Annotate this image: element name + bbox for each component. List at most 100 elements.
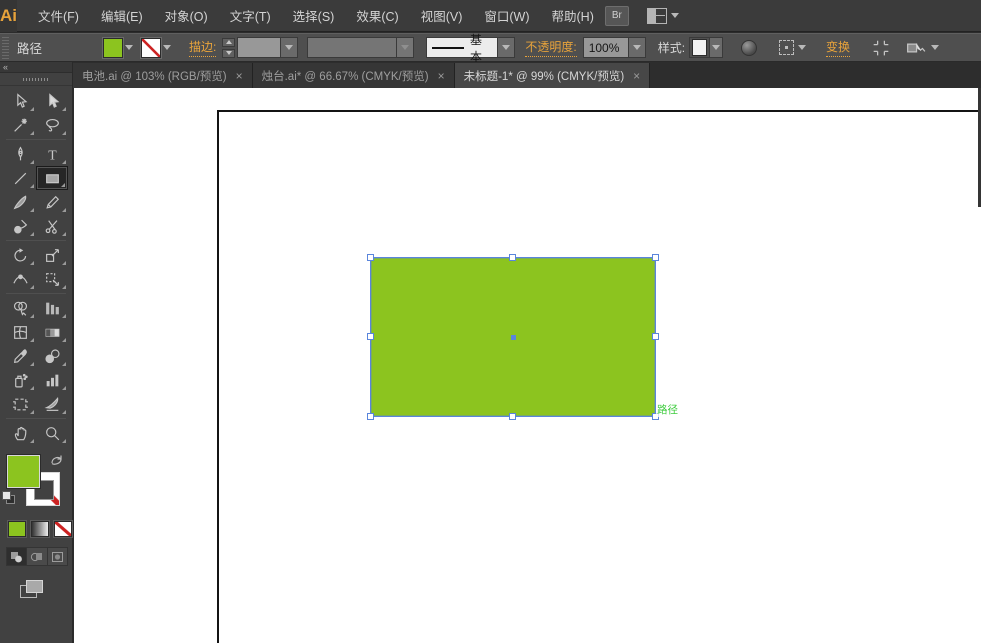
draw-inside-button[interactable] xyxy=(48,548,67,565)
pen-tool[interactable] xyxy=(4,142,36,166)
hand-tool[interactable] xyxy=(4,421,36,445)
color-button[interactable] xyxy=(8,521,26,537)
selection-handle-e[interactable] xyxy=(652,333,659,340)
tab-close-icon[interactable]: × xyxy=(633,69,640,83)
graphic-style-combo[interactable] xyxy=(689,37,723,58)
blend-tool[interactable] xyxy=(36,344,68,368)
graphic-style-dropdown[interactable] xyxy=(709,38,722,57)
pencil-tool[interactable] xyxy=(36,190,68,214)
selection-handle-nw[interactable] xyxy=(367,254,374,261)
stroke-weight-value[interactable] xyxy=(238,38,280,57)
opacity-dropdown[interactable] xyxy=(628,38,645,57)
draw-behind-button[interactable] xyxy=(27,548,47,565)
default-fill-stroke-icon[interactable] xyxy=(2,491,16,505)
selection-handle-n[interactable] xyxy=(509,254,516,261)
document-tab-3[interactable]: 未标题-1* @ 99% (CMYK/预览)× xyxy=(455,63,651,88)
opacity-value[interactable]: 100% xyxy=(584,38,628,57)
paintbrush-tool[interactable] xyxy=(4,190,36,214)
stroke-panel-link[interactable]: 描边: xyxy=(189,38,216,57)
selection-handle-ne[interactable] xyxy=(652,254,659,261)
stroke-color-swatch[interactable] xyxy=(141,38,161,58)
tab-close-icon[interactable]: × xyxy=(438,69,445,83)
menu-item-object[interactable]: 对象(O) xyxy=(154,0,219,31)
menu-item-select[interactable]: 选择(S) xyxy=(282,0,346,31)
shape-builder-tool[interactable] xyxy=(4,296,36,320)
stepper-down-button[interactable] xyxy=(222,49,235,58)
free-transform-tool[interactable] xyxy=(36,267,68,291)
fill-stroke-indicator xyxy=(0,453,72,513)
menu-item-file[interactable]: 文件(F) xyxy=(27,0,90,31)
menu-item-help[interactable]: 帮助(H) xyxy=(541,0,605,31)
direct-selection-tool[interactable] xyxy=(36,89,68,113)
brush-definition-combo[interactable]: 基本 xyxy=(426,37,515,58)
screen-mode-button[interactable] xyxy=(20,580,46,602)
stroke-weight-combo[interactable] xyxy=(237,37,298,58)
blob-brush-tool[interactable] xyxy=(4,214,36,238)
align-icon[interactable] xyxy=(872,39,890,57)
symbol-sprayer-tool[interactable] xyxy=(4,368,36,392)
menu-item-window[interactable]: 窗口(W) xyxy=(473,0,540,31)
mesh-tool[interactable] xyxy=(4,320,36,344)
width-tool[interactable] xyxy=(4,267,36,291)
lasso-tool[interactable] xyxy=(36,113,68,137)
column-graph-tool[interactable] xyxy=(36,368,68,392)
select-options-icon[interactable] xyxy=(779,40,794,55)
slice-tool[interactable] xyxy=(36,392,68,416)
recolor-artwork-icon[interactable] xyxy=(741,40,757,56)
none-button[interactable] xyxy=(54,521,72,537)
tab-close-icon[interactable]: × xyxy=(236,69,243,83)
panel-collapse-button[interactable]: « xyxy=(0,62,72,73)
brush-definition-dropdown[interactable] xyxy=(497,38,514,57)
document-tab-1[interactable]: 电池.ai @ 103% (RGB/预览)× xyxy=(73,63,253,88)
selected-rectangle[interactable] xyxy=(370,257,656,417)
selection-handle-sw[interactable] xyxy=(367,413,374,420)
menu-item-edit[interactable]: 编辑(E) xyxy=(90,0,154,31)
control-bar-grip[interactable] xyxy=(2,37,9,59)
graphic-style-swatch[interactable] xyxy=(692,39,707,56)
bridge-button[interactable]: Br xyxy=(605,6,629,26)
artboard-tool[interactable] xyxy=(4,392,36,416)
transform-panel-link[interactable]: 变换 xyxy=(826,38,850,57)
selection-handle-s[interactable] xyxy=(509,413,516,420)
rotate-tool[interactable] xyxy=(4,243,36,267)
scissors-tool[interactable] xyxy=(36,214,68,238)
zoom-tool[interactable] xyxy=(36,421,68,445)
swap-fill-stroke-icon[interactable] xyxy=(49,453,64,468)
stroke-weight-dropdown[interactable] xyxy=(280,38,297,57)
fill-color-dropdown[interactable] xyxy=(123,38,135,58)
selection-tool[interactable] xyxy=(4,89,36,113)
gradient-button[interactable] xyxy=(31,521,49,537)
rectangle-tool[interactable] xyxy=(36,166,68,190)
isolate-selection-icon[interactable] xyxy=(906,39,926,57)
opacity-combo[interactable]: 100% xyxy=(583,37,646,58)
fill-color-swatch[interactable] xyxy=(103,38,123,58)
selection-handle-w[interactable] xyxy=(367,333,374,340)
stroke-weight-stepper[interactable] xyxy=(222,38,235,58)
perspective-grid-tool[interactable] xyxy=(36,296,68,320)
selection-center-point[interactable] xyxy=(511,335,516,340)
stroke-color-dropdown[interactable] xyxy=(161,38,173,58)
menu-item-effect[interactable]: 效果(C) xyxy=(345,0,409,31)
width-profile-dropdown[interactable] xyxy=(396,38,413,57)
menu-item-view[interactable]: 视图(V) xyxy=(410,0,474,31)
stepper-up-button[interactable] xyxy=(222,38,235,47)
menu-item-type[interactable]: 文字(T) xyxy=(219,0,282,31)
draw-normal-button[interactable] xyxy=(7,548,27,565)
panel-drag-grip[interactable] xyxy=(0,73,72,86)
magic-wand-tool[interactable] xyxy=(4,113,36,137)
width-profile-combo[interactable] xyxy=(307,37,414,58)
gradient-tool[interactable] xyxy=(36,320,68,344)
fill-color-control[interactable] xyxy=(103,38,135,58)
stroke-color-control[interactable] xyxy=(141,38,173,58)
canvas-area[interactable]: 路径 xyxy=(74,88,981,643)
fill-proxy-swatch[interactable] xyxy=(7,455,40,488)
scale-tool[interactable] xyxy=(36,243,68,267)
chevron-down-icon[interactable] xyxy=(798,45,806,50)
chevron-down-icon[interactable] xyxy=(931,45,939,50)
document-tab-2[interactable]: 烛台.ai* @ 66.67% (CMYK/预览)× xyxy=(253,63,455,88)
eyedropper-tool[interactable] xyxy=(4,344,36,368)
opacity-panel-link[interactable]: 不透明度: xyxy=(525,38,576,57)
line-segment-tool[interactable] xyxy=(4,166,36,190)
type-tool[interactable]: T xyxy=(36,142,68,166)
workspace-switcher-button[interactable] xyxy=(647,8,679,24)
